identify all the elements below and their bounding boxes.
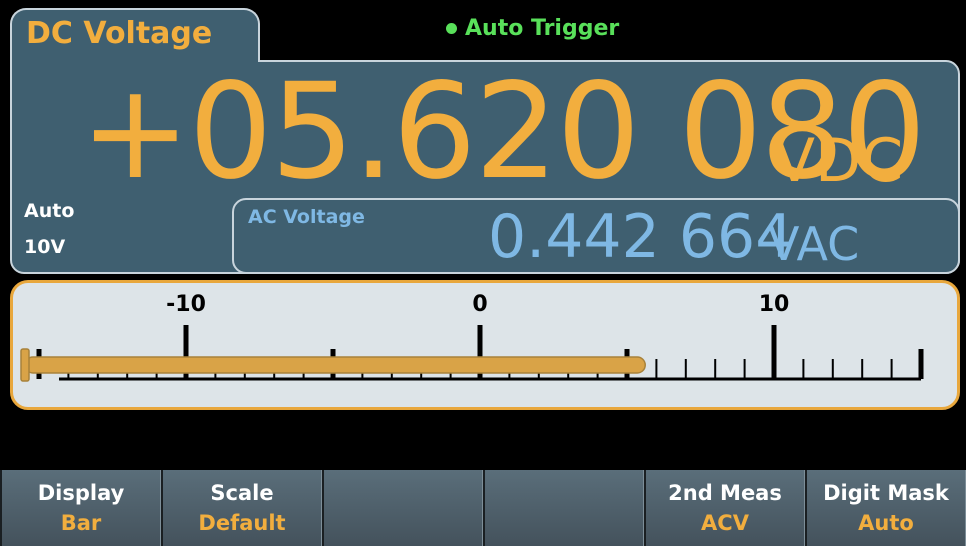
softkey-bar: Display Bar Scale Default 2nd Meas ACV D…	[0, 470, 966, 546]
tick-label: 0	[472, 292, 487, 317]
softkey-value: Auto	[858, 511, 914, 535]
range-mode: Auto	[24, 200, 75, 222]
bar-meter-graphic: -10 0 10	[20, 292, 924, 382]
softkey-name: Scale	[210, 481, 274, 505]
range-value: 10V	[24, 236, 66, 258]
primary-unit: VDC	[774, 126, 904, 196]
trigger-status: Auto Trigger	[446, 16, 619, 41]
reading-bar	[24, 356, 646, 374]
softkey-scale[interactable]: Scale Default	[161, 470, 322, 546]
softkey-name: Display	[37, 481, 125, 505]
softkey-blank-3[interactable]	[322, 470, 483, 546]
secondary-label: AC Voltage	[248, 206, 365, 228]
bar-meter: -10 0 10	[10, 280, 960, 410]
secondary-display-panel: AC Voltage 0.442 664 VAC	[232, 198, 960, 274]
softkey-value: Bar	[60, 511, 102, 535]
softkey-name: 2nd Meas	[668, 481, 782, 505]
secondary-unit: VAC	[768, 217, 860, 271]
tick-label: 10	[759, 292, 790, 317]
reading-bar-start-cap	[20, 348, 30, 382]
softkey-name: Digit Mask	[823, 481, 949, 505]
softkey-display[interactable]: Display Bar	[0, 470, 161, 546]
trigger-label: Auto Trigger	[465, 16, 620, 41]
softkey-value: Default	[198, 511, 286, 535]
trigger-indicator-icon	[446, 23, 457, 34]
softkey-2nd-meas[interactable]: 2nd Meas ACV	[644, 470, 805, 546]
softkey-value: ACV	[701, 511, 749, 535]
tick-label: -10	[166, 292, 206, 317]
secondary-reading: 0.442 664	[488, 202, 794, 272]
function-label: DC Voltage	[26, 16, 213, 51]
softkey-digit-mask[interactable]: Digit Mask Auto	[805, 470, 966, 546]
softkey-blank-4[interactable]	[483, 470, 644, 546]
